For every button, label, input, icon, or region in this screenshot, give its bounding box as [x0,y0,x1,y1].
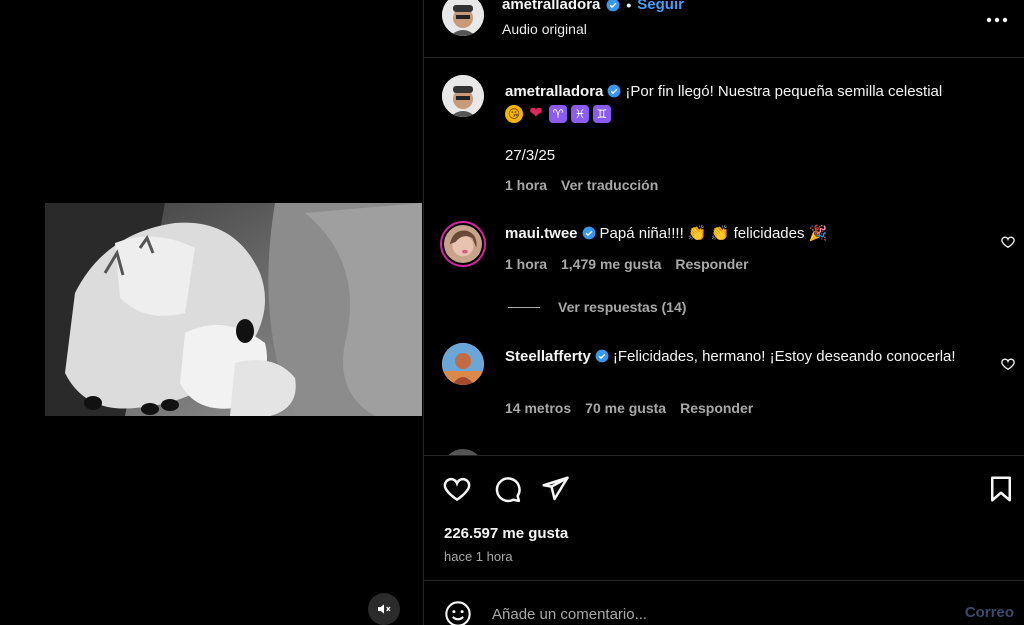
verified-badge-icon [607,84,621,98]
author-username[interactable]: ametralladora [502,0,600,13]
view-replies-button[interactable]: Ver respuestas (14) [508,299,686,315]
comment-bubble-icon[interactable] [492,474,522,504]
hands-photo [45,203,422,416]
caption-date: 27/3/25 [505,147,556,164]
pisces-emoji: ♓ [571,105,589,123]
mute-button[interactable] [368,593,400,625]
caption-avatar[interactable] [442,75,484,117]
comment-text: ¡Felicidades, hermano! ¡Estoy deseando c… [612,348,956,365]
avatar-image [444,225,482,263]
avatar-image [442,75,484,117]
avatar-image [442,0,484,36]
more-options-button[interactable] [986,6,1008,29]
volume-muted-icon [378,604,391,614]
comment-bar: Correo [424,582,1024,625]
reply-button[interactable]: Responder [675,256,748,272]
comment-likes[interactable]: 1,479 me gusta [561,256,661,272]
caption-text: ¡Por fin llegó! Nuestra pequeña semilla … [625,83,943,100]
aries-emoji: ♈ [549,105,567,123]
post-time: hace 1 hora [444,549,513,564]
separator-dot: • [626,0,632,13]
verified-badge-icon [595,349,609,363]
post-actions: 226.597 me gusta hace 1 hora [424,455,1024,581]
emoji-picker-icon[interactable] [444,600,472,625]
comment-avatar-story[interactable] [440,221,486,267]
heart-emoji: ❤ [529,105,543,122]
comment-input[interactable] [492,601,932,625]
kissing-face-emoji: 😘 [505,105,523,123]
follow-button[interactable]: Seguir [637,0,684,13]
audio-label[interactable]: Audio original [502,21,587,37]
header-username-row: ametralladora • Seguir [502,0,684,13]
avatar-image [442,343,484,385]
gemini-emoji: ♊ [593,105,611,123]
comment-likes[interactable]: 70 me gusta [585,400,666,416]
comment-avatar[interactable] [442,343,484,385]
caption-emojis: 😘 ❤ ♈ ♓ ♊ [505,105,1005,123]
replies-line [508,306,540,308]
verified-badge-icon [582,226,595,240]
comment-username[interactable]: maui.twee [505,225,578,242]
caption-username[interactable]: ametralladora [505,83,603,100]
comment-meta: 1 hora 1,479 me gusta Responder [505,256,749,272]
author-avatar[interactable] [442,0,484,36]
see-translation-link[interactable]: Ver traducción [561,177,658,193]
comments-list[interactable]: ametralladora ¡Por fin llegó! Nuestra peq… [424,59,1024,455]
caption-time: 1 hora [505,177,548,193]
caption: ametralladora ¡Por fin llegó! Nuestra peq… [505,81,1005,123]
post-comment-button[interactable]: Correo [965,604,1014,621]
save-bookmark-icon[interactable] [986,474,1016,504]
view-replies-label: Ver respuestas (14) [558,299,687,315]
verified-badge-icon [606,0,620,11]
post-header: ametralladora • Seguir Audio original [424,0,1024,58]
like-heart-icon[interactable] [442,474,472,504]
post-video[interactable] [45,203,422,416]
comment-time: 14 metros [505,400,572,416]
comment-text-row: Steellafferty ¡Felicidades, hermano! ¡Est… [505,346,975,368]
comment-text: Papá niña!!!! 👏 👏 felicidades 🎉 [599,225,828,242]
media-pane [12,0,422,625]
comment-time: 1 hora [505,256,548,272]
comment-text-row: maui.twee Papá niña!!!! 👏 👏 felicidades 🎉 [505,223,985,245]
likes-count[interactable]: 226.597 me gusta [444,525,568,542]
share-send-icon[interactable] [540,474,570,504]
comment-meta: 14 metros 70 me gusta Responder [505,400,753,416]
post-details-panel: ametralladora • Seguir Audio original am… [424,0,1024,625]
comment-username[interactable]: Steellafferty [505,348,591,365]
more-horizontal-icon [986,17,1008,23]
comment-like-heart-icon[interactable] [1000,356,1016,372]
caption-meta: 1 hora Ver traducción [505,177,658,193]
comment-like-heart-icon[interactable] [1000,234,1016,250]
reply-button[interactable]: Responder [680,400,753,416]
